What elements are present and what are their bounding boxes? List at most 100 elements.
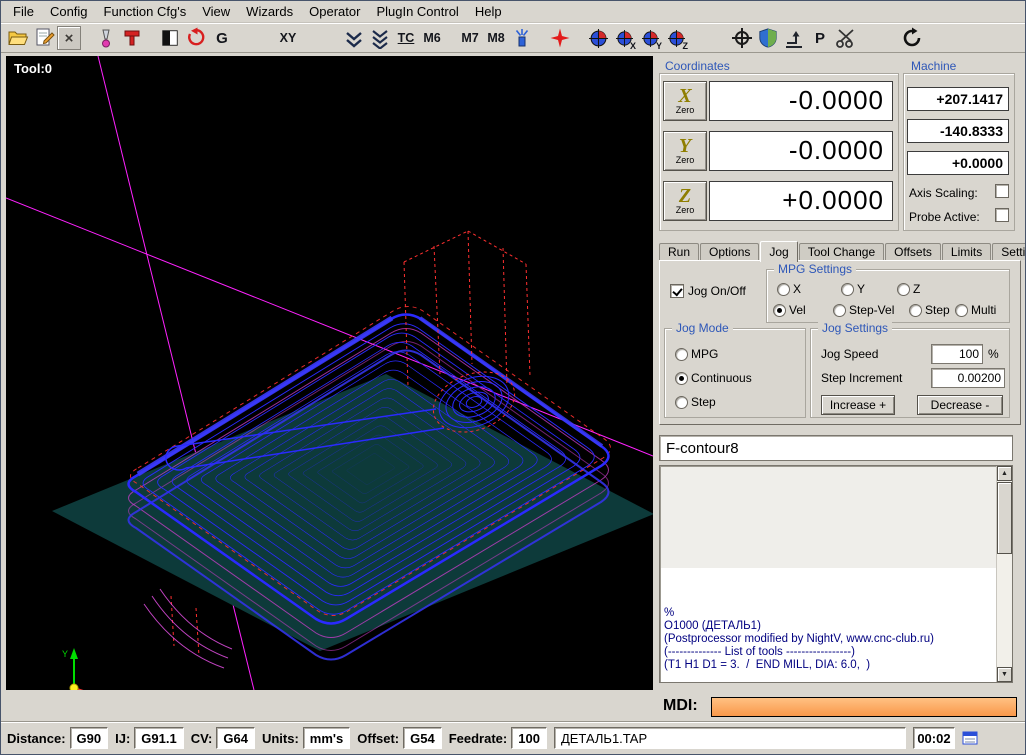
increase-button[interactable]: Increase + <box>821 395 895 415</box>
coolant-button[interactable] <box>509 25 535 51</box>
jog-speed-input[interactable] <box>931 344 983 364</box>
jog-mode-continuous-radio[interactable]: Continuous <box>675 371 752 385</box>
tool-change-button[interactable] <box>119 25 145 51</box>
ref-all-button[interactable] <box>585 25 611 51</box>
z-down-button[interactable] <box>341 25 367 51</box>
step-increment-label: Step Increment <box>821 371 902 385</box>
display-toggle-icon <box>160 28 180 48</box>
close-gcode-button[interactable]: × <box>57 26 81 50</box>
park-button[interactable]: P <box>807 25 833 51</box>
status-field-value[interactable]: G54 <box>403 727 442 749</box>
menu-item[interactable]: File <box>5 2 42 21</box>
mpg-mode-step-radio[interactable]: Step <box>909 303 950 317</box>
jog-mode-step-radio[interactable]: Step <box>675 395 716 409</box>
zero-y-button[interactable]: Y Zero <box>663 131 707 171</box>
menu-item[interactable]: View <box>194 2 238 21</box>
current-function-field[interactable]: F-contour8 <box>659 435 1013 461</box>
menu-item[interactable]: Function Cfg's <box>96 2 195 21</box>
ref-z-letter: Z <box>683 41 689 51</box>
status-field-value[interactable]: G90 <box>70 727 109 749</box>
tab-offsets[interactable]: Offsets <box>885 243 941 260</box>
scroll-up-icon[interactable]: ▲ <box>997 466 1012 481</box>
status-field-value[interactable]: G64 <box>216 727 255 749</box>
tab-tool-change[interactable]: Tool Change <box>799 243 884 260</box>
ref-z-button[interactable]: Z <box>663 25 689 51</box>
scroll-thumb[interactable] <box>997 482 1012 554</box>
gcode-line: (T1 H1 D1 = 3. / END MILL, DIA: 6.0, ) <box>664 659 992 672</box>
axis-x-letter: X <box>678 87 691 106</box>
safety-shield-button[interactable] <box>755 25 781 51</box>
status-field-value[interactable]: G91.1 <box>134 727 183 749</box>
probe-button[interactable] <box>93 25 119 51</box>
tool-change-tc-button[interactable]: TC <box>393 25 419 51</box>
m7-button[interactable]: M7 <box>457 25 483 51</box>
display-toggle-button[interactable] <box>157 25 183 51</box>
tab-limits[interactable]: Limits <box>942 243 991 260</box>
coordinates-title: Coordinates <box>665 59 730 73</box>
tab-run[interactable]: Run <box>659 243 699 260</box>
menu-item[interactable]: Config <box>42 2 96 21</box>
scroll-down-icon[interactable]: ▼ <box>997 667 1012 682</box>
reset-button[interactable] <box>899 25 925 51</box>
dro-z: +0.0000 <box>709 181 893 221</box>
jog-mode-mpg-radio[interactable]: MPG <box>675 347 718 361</box>
gcode-scrollbar[interactable]: ▲ ▼ <box>996 466 1012 682</box>
mpg-mode-stepvel-radio[interactable]: Step-Vel <box>833 303 894 317</box>
status-field: Distance: G90 <box>7 727 108 749</box>
tab-options[interactable]: Options <box>700 243 759 260</box>
probe-active-checkbox[interactable] <box>995 208 1009 222</box>
mpg-axis-x-radio[interactable]: X <box>777 282 801 296</box>
status-field-value[interactable]: 100 <box>511 727 547 749</box>
goto-position-button[interactable] <box>729 25 755 51</box>
decrease-button[interactable]: Decrease - <box>917 395 1003 415</box>
goto-zero-button[interactable] <box>547 25 573 51</box>
jog-onoff-check-icon <box>670 284 684 298</box>
menu-item[interactable]: Wizards <box>238 2 301 21</box>
mpg-mode-multi-radio[interactable]: Multi <box>955 303 996 317</box>
axis-scaling-checkbox[interactable] <box>995 184 1009 198</box>
goto-gcode-button[interactable]: G <box>209 25 235 51</box>
jog-settings-title: Jog Settings <box>818 321 892 335</box>
reset-icon <box>901 27 923 49</box>
m6-button[interactable]: M6 <box>419 25 445 51</box>
mdi-input[interactable] <box>711 697 1017 717</box>
safe-z-button[interactable] <box>781 25 807 51</box>
z-down-fast-icon <box>369 27 391 49</box>
status-field-label: Offset: <box>357 731 399 746</box>
mpg-mode-vel-radio[interactable]: Vel <box>773 303 806 317</box>
cut-button[interactable] <box>833 25 859 51</box>
toolpath-viewport[interactable]: Tool:0 <box>6 56 653 690</box>
menu-item[interactable]: Help <box>467 2 510 21</box>
status-field-label: Units: <box>262 731 299 746</box>
jog-onoff-checkbox[interactable]: Jog On/Off <box>670 284 746 298</box>
mpg-axis-y-radio[interactable]: Y <box>841 282 865 296</box>
z-down-fast-button[interactable] <box>367 25 393 51</box>
ref-y-button[interactable]: Y <box>637 25 663 51</box>
status-field-value[interactable]: mm's <box>303 727 350 749</box>
zero-x-button[interactable]: X Zero <box>663 81 707 121</box>
menu-item[interactable]: PlugIn Control <box>368 2 466 21</box>
regen-toolpath-button[interactable] <box>183 25 209 51</box>
tab-jog[interactable]: Jog <box>760 241 797 262</box>
menu-item[interactable]: Operator <box>301 2 368 21</box>
toolbar: × G XY TC M6 M7 M8 X Y Z P <box>1 23 1025 53</box>
status-field-label: Feedrate: <box>449 731 508 746</box>
open-file-button[interactable] <box>5 25 31 51</box>
radio-icon <box>675 372 688 385</box>
tab-settings[interactable]: Settings <box>992 243 1026 260</box>
gcode-window[interactable]: %O1000 (ДЕТАЛЬ1)(Postprocessor modified … <box>659 465 1013 683</box>
radio-icon <box>955 304 968 317</box>
mpg-axis-z-radio[interactable]: Z <box>897 282 920 296</box>
xy-plane-button[interactable]: XY <box>275 25 301 51</box>
status-field: Offset: G54 <box>357 727 441 749</box>
zero-z-label: Zero <box>676 206 695 215</box>
zero-z-button[interactable]: Z Zero <box>663 181 707 221</box>
ref-x-button[interactable]: X <box>611 25 637 51</box>
edit-gcode-button[interactable] <box>31 25 57 51</box>
zero-y-label: Zero <box>676 156 695 165</box>
status-field-label: CV: <box>191 731 213 746</box>
status-indicator-icon[interactable] <box>962 730 978 746</box>
dro-x: -0.0000 <box>709 81 893 121</box>
step-increment-input[interactable] <box>931 368 1005 388</box>
m8-button[interactable]: M8 <box>483 25 509 51</box>
